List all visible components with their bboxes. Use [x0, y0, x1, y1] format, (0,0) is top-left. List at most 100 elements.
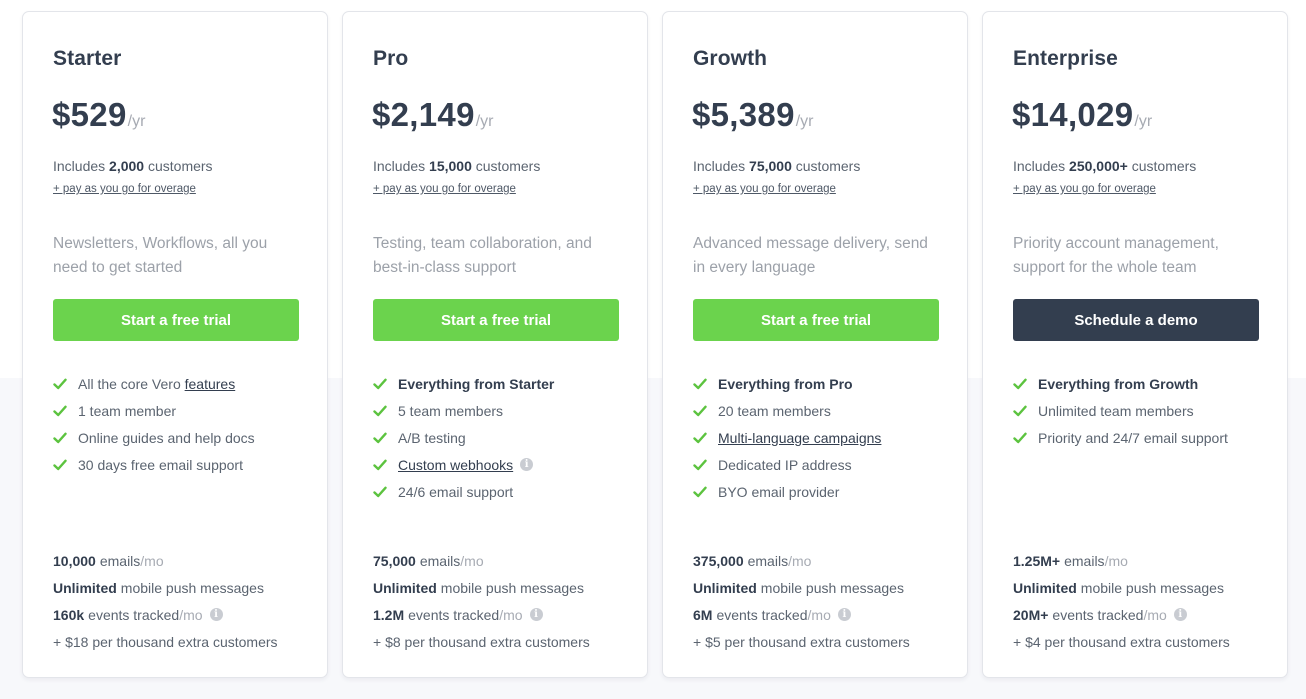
- feature-text: Unlimited team members: [1038, 402, 1194, 419]
- feature-item: 5 team members: [373, 397, 554, 424]
- feature-list: Everything from Starter 5 team members A/B…: [373, 370, 554, 505]
- pricing-card-enterprise: Enterprise $14,029/yr Includes 250,000+ …: [982, 11, 1288, 678]
- feature-item: Online guides and help docs: [53, 424, 255, 451]
- feature-link[interactable]: features: [185, 376, 236, 392]
- feature-link[interactable]: Custom webhooks: [398, 457, 513, 473]
- feature-item: Everything from Pro: [693, 370, 881, 397]
- events-label: events tracked: [1052, 606, 1144, 623]
- push-value: Unlimited: [53, 579, 117, 596]
- plan-cta-button[interactable]: Start a free trial: [693, 299, 939, 341]
- feature-list: Everything from Pro 20 team members Multi-…: [693, 370, 881, 505]
- events-limit: 20M+ events tracked/mo i: [1013, 601, 1230, 628]
- check-icon: [373, 404, 387, 418]
- info-icon[interactable]: i: [209, 608, 223, 621]
- emails-unit: /mo: [140, 552, 164, 569]
- emails-unit: /mo: [460, 552, 484, 569]
- check-icon: [693, 404, 707, 418]
- plan-cta-button[interactable]: Start a free trial: [53, 299, 299, 341]
- events-limit: 1.2M events tracked/mo i: [373, 601, 590, 628]
- price-amount: $529: [52, 96, 127, 133]
- push-limit: Unlimited mobile push messages: [53, 574, 278, 601]
- plan-price: $5,389/yr: [692, 96, 814, 134]
- check-icon: [693, 485, 707, 499]
- check-icon: [53, 431, 67, 445]
- events-label: events tracked: [408, 606, 500, 623]
- feature-text: 5 team members: [398, 402, 504, 419]
- check-icon: [53, 377, 67, 391]
- feature-list: All the core Vero features 1 team member O…: [53, 370, 255, 478]
- plan-price: $14,029/yr: [1012, 96, 1152, 134]
- events-value: 1.2M: [373, 606, 405, 623]
- events-unit: /mo: [499, 606, 523, 623]
- feature-item: 1 team member: [53, 397, 255, 424]
- events-unit: /mo: [1143, 606, 1167, 623]
- check-icon: [693, 377, 707, 391]
- feature-item: A/B testing: [373, 424, 554, 451]
- feature-text: Everything from Growth: [1038, 375, 1199, 392]
- feature-text: Online guides and help docs: [78, 429, 255, 446]
- overage-link[interactable]: + pay as you go for overage: [53, 183, 196, 195]
- events-value: 6M: [693, 606, 713, 623]
- overage-link[interactable]: + pay as you go for overage: [693, 183, 836, 195]
- pricing-card-growth: Growth $5,389/yr Includes 75,000 custome…: [662, 11, 968, 678]
- check-icon: [373, 377, 387, 391]
- push-label: mobile push messages: [760, 579, 904, 596]
- emails-unit: /mo: [788, 552, 812, 569]
- feature-link[interactable]: Multi-language campaigns: [718, 430, 881, 446]
- includes-prefix: Includes: [693, 158, 746, 174]
- feature-item: Custom webhooks i: [373, 451, 554, 478]
- feature-text: Everything from Pro: [718, 375, 853, 392]
- usage-limits: 10,000 emails/mo Unlimited mobile push mes…: [53, 547, 278, 655]
- feature-text: 1 team member: [78, 402, 177, 419]
- extra-customers-price: + $18 per thousand extra customers: [53, 628, 278, 655]
- events-unit: /mo: [179, 606, 203, 623]
- emails-unit: /mo: [1104, 552, 1128, 569]
- feature-text: A/B testing: [398, 429, 466, 446]
- events-label: events tracked: [716, 606, 808, 623]
- info-icon[interactable]: i: [1173, 608, 1187, 621]
- price-period: /yr: [795, 113, 814, 130]
- push-label: mobile push messages: [440, 579, 584, 596]
- info-icon[interactable]: i: [837, 608, 851, 621]
- price-amount: $5,389: [692, 96, 795, 133]
- extra-customers-price: + $5 per thousand extra customers: [693, 628, 910, 655]
- push-limit: Unlimited mobile push messages: [693, 574, 910, 601]
- plan-price: $2,149/yr: [372, 96, 494, 134]
- overage-link[interactable]: + pay as you go for overage: [1013, 183, 1156, 195]
- events-unit: /mo: [807, 606, 831, 623]
- plan-cta-button[interactable]: Schedule a demo: [1013, 299, 1259, 341]
- events-limit: 160k events tracked/mo i: [53, 601, 278, 628]
- included-customers: Includes 75,000 customers: [693, 158, 860, 174]
- emails-limit: 1.25M+ emails/mo: [1013, 547, 1230, 574]
- check-icon: [373, 458, 387, 472]
- emails-value: 375,000: [693, 552, 744, 569]
- usage-limits: 375,000 emails/mo Unlimited mobile push me…: [693, 547, 910, 655]
- feature-item: Multi-language campaigns: [693, 424, 881, 451]
- price-period: /yr: [1134, 113, 1153, 130]
- feature-item: Dedicated IP address: [693, 451, 881, 478]
- check-icon: [53, 404, 67, 418]
- feature-item: 30 days free email support: [53, 451, 255, 478]
- feature-text: BYO email provider: [718, 483, 840, 500]
- emails-limit: 375,000 emails/mo: [693, 547, 910, 574]
- emails-value: 10,000: [53, 552, 96, 569]
- includes-prefix: Includes: [1013, 158, 1066, 174]
- check-icon: [373, 485, 387, 499]
- push-limit: Unlimited mobile push messages: [373, 574, 590, 601]
- info-icon[interactable]: i: [529, 608, 543, 621]
- plan-cta-button[interactable]: Start a free trial: [373, 299, 619, 341]
- included-customers: Includes 2,000 customers: [53, 158, 213, 174]
- emails-label: emails: [747, 552, 789, 569]
- push-value: Unlimited: [373, 579, 437, 596]
- info-icon[interactable]: i: [520, 458, 534, 471]
- overage-link[interactable]: + pay as you go for overage: [373, 183, 516, 195]
- includes-value: 250,000+: [1069, 158, 1128, 174]
- feature-list: Everything from Growth Unlimited team mem…: [1013, 370, 1228, 451]
- check-icon: [1013, 377, 1027, 391]
- feature-text: 20 team members: [718, 402, 831, 419]
- feature-text: 24/6 email support: [398, 483, 514, 500]
- extra-customers-text: + $4 per thousand extra customers: [1013, 633, 1230, 650]
- feature-item: Unlimited team members: [1013, 397, 1228, 424]
- price-amount: $2,149: [372, 96, 475, 133]
- extra-customers-text: + $18 per thousand extra customers: [53, 633, 278, 650]
